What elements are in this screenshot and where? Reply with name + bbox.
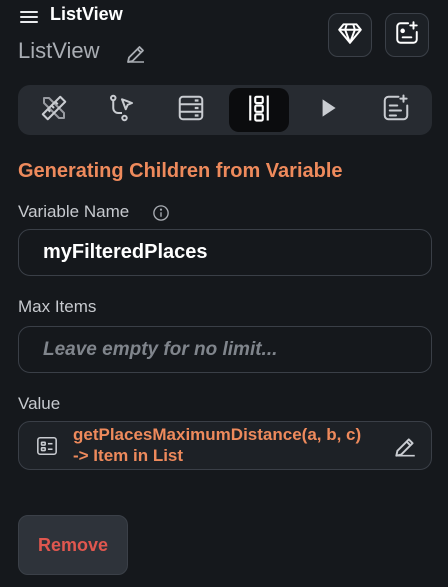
max-items-label: Max Items bbox=[18, 297, 97, 316]
tab-properties[interactable] bbox=[24, 88, 84, 132]
tab-notes[interactable] bbox=[366, 88, 426, 132]
section-title: Generating Children from Variable bbox=[18, 160, 343, 182]
tab-preview[interactable] bbox=[298, 88, 358, 132]
premium-button[interactable] bbox=[328, 13, 372, 57]
play-icon bbox=[315, 95, 341, 126]
info-icon[interactable] bbox=[152, 204, 170, 222]
edit-name-icon[interactable] bbox=[124, 42, 148, 66]
variable-source-icon bbox=[36, 435, 58, 457]
tab-actions[interactable] bbox=[92, 88, 152, 132]
server-icon bbox=[176, 93, 206, 128]
max-items-placeholder: Leave empty for no limit... bbox=[43, 338, 278, 360]
cursor-path-icon bbox=[107, 93, 137, 128]
value-function: getPlacesMaximumDistance(a, b, c) bbox=[73, 425, 362, 444]
ruler-pencil-icon bbox=[39, 93, 69, 128]
value-expression[interactable]: getPlacesMaximumDistance(a, b, c) -> Ite… bbox=[73, 424, 393, 466]
value-label: Value bbox=[18, 394, 61, 413]
variable-name-field[interactable]: myFilteredPlaces bbox=[18, 229, 432, 276]
max-items-input[interactable]: Leave empty for no limit... bbox=[18, 326, 432, 373]
add-action-icon bbox=[394, 20, 420, 51]
widget-name: ListView bbox=[18, 38, 100, 63]
menu-icon[interactable] bbox=[20, 8, 38, 24]
variable-name-value: myFilteredPlaces bbox=[43, 241, 208, 263]
list-columns-icon bbox=[244, 93, 274, 128]
tab-backend-query[interactable] bbox=[161, 88, 221, 132]
properties-tabbar bbox=[18, 85, 432, 135]
diamond-icon bbox=[337, 20, 363, 51]
value-return-type: -> Item in List bbox=[73, 446, 184, 465]
widget-title: ListView bbox=[50, 4, 123, 24]
remove-button[interactable]: Remove bbox=[18, 515, 128, 575]
variable-name-label: Variable Name bbox=[18, 202, 130, 221]
notes-plus-icon bbox=[381, 93, 411, 128]
edit-value-icon[interactable] bbox=[392, 434, 418, 460]
tab-generate-children[interactable] bbox=[229, 88, 290, 132]
add-action-button[interactable] bbox=[385, 13, 429, 57]
